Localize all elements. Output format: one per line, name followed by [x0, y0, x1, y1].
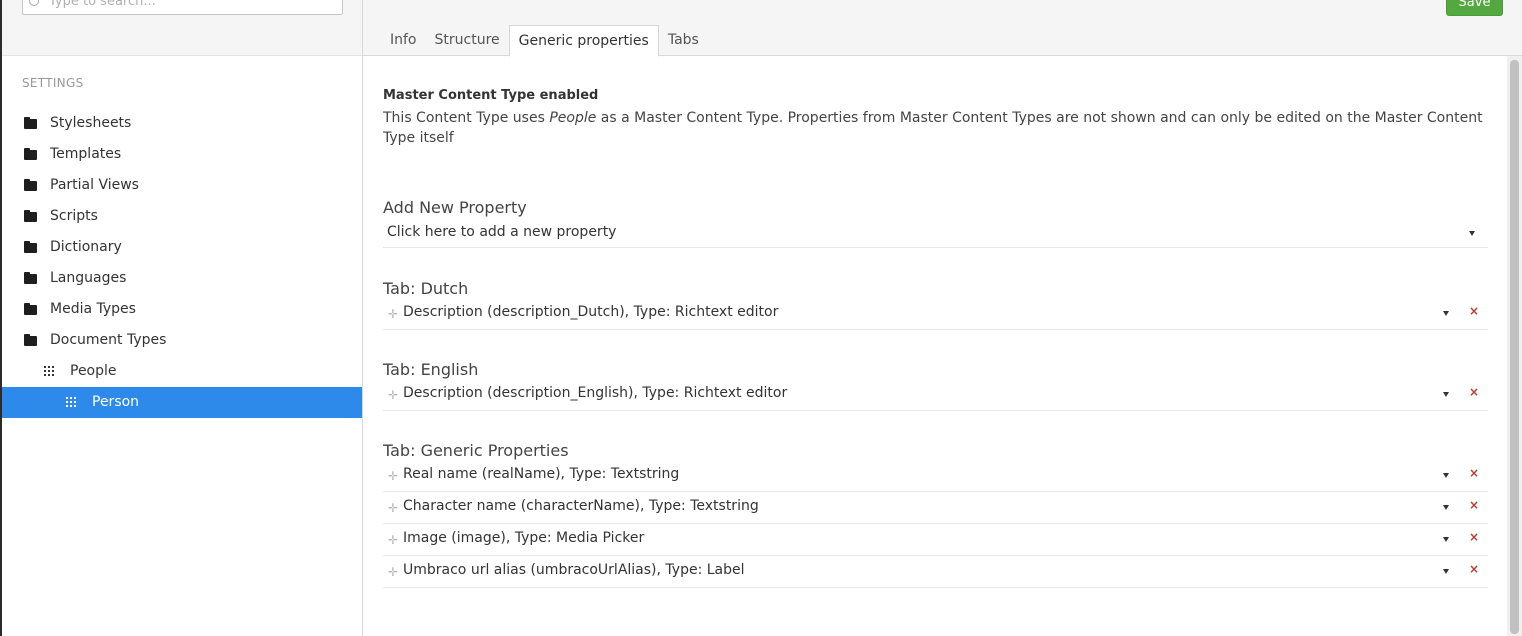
- property-label: Image (image), Type: Media Picker: [403, 530, 645, 546]
- sidebar-item-dictionary[interactable]: Dictionary: [2, 232, 362, 263]
- sidebar-item-scripts[interactable]: Scripts: [2, 201, 362, 232]
- sidebar-item-label: Templates: [50, 146, 122, 162]
- vertical-scrollbar[interactable]: [1507, 56, 1522, 636]
- document-type-icon: [66, 397, 78, 408]
- sidebar-item-label: Media Types: [50, 301, 136, 317]
- property-row[interactable]: ✛ Real name (realName), Type: Textstring…: [383, 460, 1488, 492]
- chevron-down-icon[interactable]: [1443, 473, 1449, 478]
- search-input[interactable]: Type to search...: [22, 0, 343, 15]
- property-label: Character name (characterName), Type: Te…: [403, 498, 759, 514]
- sidebar-item-document-types[interactable]: Document Types: [2, 325, 362, 356]
- sidebar-item-label: Stylesheets: [50, 115, 132, 131]
- property-row[interactable]: ✛ Description (description_Dutch), Type:…: [383, 298, 1488, 330]
- sidebar-item-templates[interactable]: Templates: [2, 139, 362, 170]
- document-type-icon: [44, 366, 56, 377]
- group-title-dutch: Tab: Dutch: [383, 279, 469, 298]
- sidebar-item-person[interactable]: Person: [2, 387, 362, 418]
- property-label: Description (description_Dutch), Type: R…: [403, 304, 779, 320]
- delete-icon[interactable]: ×: [1469, 562, 1479, 576]
- delete-icon[interactable]: ×: [1469, 304, 1479, 318]
- folder-icon: [24, 241, 37, 253]
- sidebar-item-label: People: [70, 363, 117, 379]
- folder-icon: [24, 148, 37, 160]
- property-row[interactable]: ✛ Image (image), Type: Media Picker ×: [383, 524, 1488, 556]
- folder-icon: [24, 210, 37, 222]
- sidebar-item-label: Partial Views: [50, 177, 139, 193]
- chevron-down-icon[interactable]: [1443, 311, 1449, 316]
- chevron-down-icon[interactable]: [1443, 569, 1449, 574]
- add-property-dropdown[interactable]: Click here to add a new property: [383, 220, 1488, 248]
- delete-icon[interactable]: ×: [1469, 466, 1479, 480]
- property-row[interactable]: ✛ Umbraco url alias (umbracoUrlAlias), T…: [383, 556, 1488, 588]
- sidebar-item-label: Person: [92, 394, 140, 410]
- property-label: Umbraco url alias (umbracoUrlAlias), Typ…: [403, 562, 745, 578]
- search-icon: [29, 0, 39, 6]
- sidebar-item-label: Languages: [50, 270, 127, 286]
- drag-handle-icon[interactable]: ✛: [388, 388, 398, 402]
- chevron-down-icon: [1469, 231, 1475, 236]
- sidebar-item-label: Dictionary: [50, 239, 122, 255]
- property-row[interactable]: ✛ Character name (characterName), Type: …: [383, 492, 1488, 524]
- tab-info[interactable]: Info: [381, 25, 426, 56]
- group-title-english: Tab: English: [383, 360, 479, 379]
- tab-generic-properties[interactable]: Generic properties: [508, 25, 659, 57]
- tab-tabs[interactable]: Tabs: [659, 25, 708, 56]
- section-title: SETTINGS: [22, 76, 84, 90]
- sidebar-item-label: Scripts: [50, 208, 98, 224]
- chevron-down-icon[interactable]: [1443, 537, 1449, 542]
- tab-structure[interactable]: Structure: [426, 25, 509, 56]
- property-label: Description (description_English), Type:…: [403, 385, 788, 401]
- sidebar-item-languages[interactable]: Languages: [2, 263, 362, 294]
- folder-icon: [24, 179, 37, 191]
- scrollbar-thumb[interactable]: [1510, 60, 1519, 634]
- master-content-type-description: This Content Type uses People as a Maste…: [383, 108, 1483, 148]
- folder-icon: [24, 303, 37, 315]
- drag-handle-icon[interactable]: ✛: [388, 469, 398, 483]
- tab-bar: Info Structure Generic properties Tabs: [381, 25, 708, 57]
- search-placeholder: Type to search...: [49, 0, 156, 9]
- property-row[interactable]: ✛ Description (description_English), Typ…: [383, 379, 1488, 411]
- drag-handle-icon[interactable]: ✛: [388, 565, 398, 579]
- add-property-prompt: Click here to add a new property: [387, 224, 617, 240]
- editor-header: Info Structure Generic properties Tabs S…: [362, 0, 1522, 57]
- property-label: Real name (realName), Type: Textstring: [403, 466, 680, 482]
- master-content-type-name: People: [549, 110, 597, 126]
- generic-properties-panel: Master Content Type enabled This Content…: [362, 56, 1507, 636]
- chevron-down-icon[interactable]: [1443, 505, 1449, 510]
- sidebar-item-partial-views[interactable]: Partial Views: [2, 170, 362, 201]
- sidebar-header: Type to search...: [2, 0, 362, 56]
- group-title-generic-properties: Tab: Generic Properties: [383, 441, 569, 460]
- chevron-down-icon[interactable]: [1443, 392, 1449, 397]
- sidebar-item-people[interactable]: People: [2, 356, 362, 387]
- delete-icon[interactable]: ×: [1469, 498, 1479, 512]
- delete-icon[interactable]: ×: [1469, 530, 1479, 544]
- settings-tree: Stylesheets Templates Partial Views Scri…: [2, 108, 362, 418]
- sidebar-item-stylesheets[interactable]: Stylesheets: [2, 108, 362, 139]
- delete-icon[interactable]: ×: [1469, 385, 1479, 399]
- drag-handle-icon[interactable]: ✛: [388, 501, 398, 515]
- sidebar-item-label: Document Types: [50, 332, 167, 348]
- master-desc-before: This Content Type uses: [383, 110, 550, 126]
- sidebar-item-media-types[interactable]: Media Types: [2, 294, 362, 325]
- folder-icon: [24, 272, 37, 284]
- folder-icon: [24, 334, 37, 346]
- save-button[interactable]: Save: [1446, 0, 1503, 16]
- add-property-title: Add New Property: [383, 198, 527, 217]
- master-content-type-title: Master Content Type enabled: [383, 88, 599, 103]
- drag-handle-icon[interactable]: ✛: [388, 307, 398, 321]
- folder-icon: [24, 117, 37, 129]
- drag-handle-icon[interactable]: ✛: [388, 533, 398, 547]
- settings-sidebar: Type to search... SETTINGS Stylesheets T…: [0, 0, 362, 636]
